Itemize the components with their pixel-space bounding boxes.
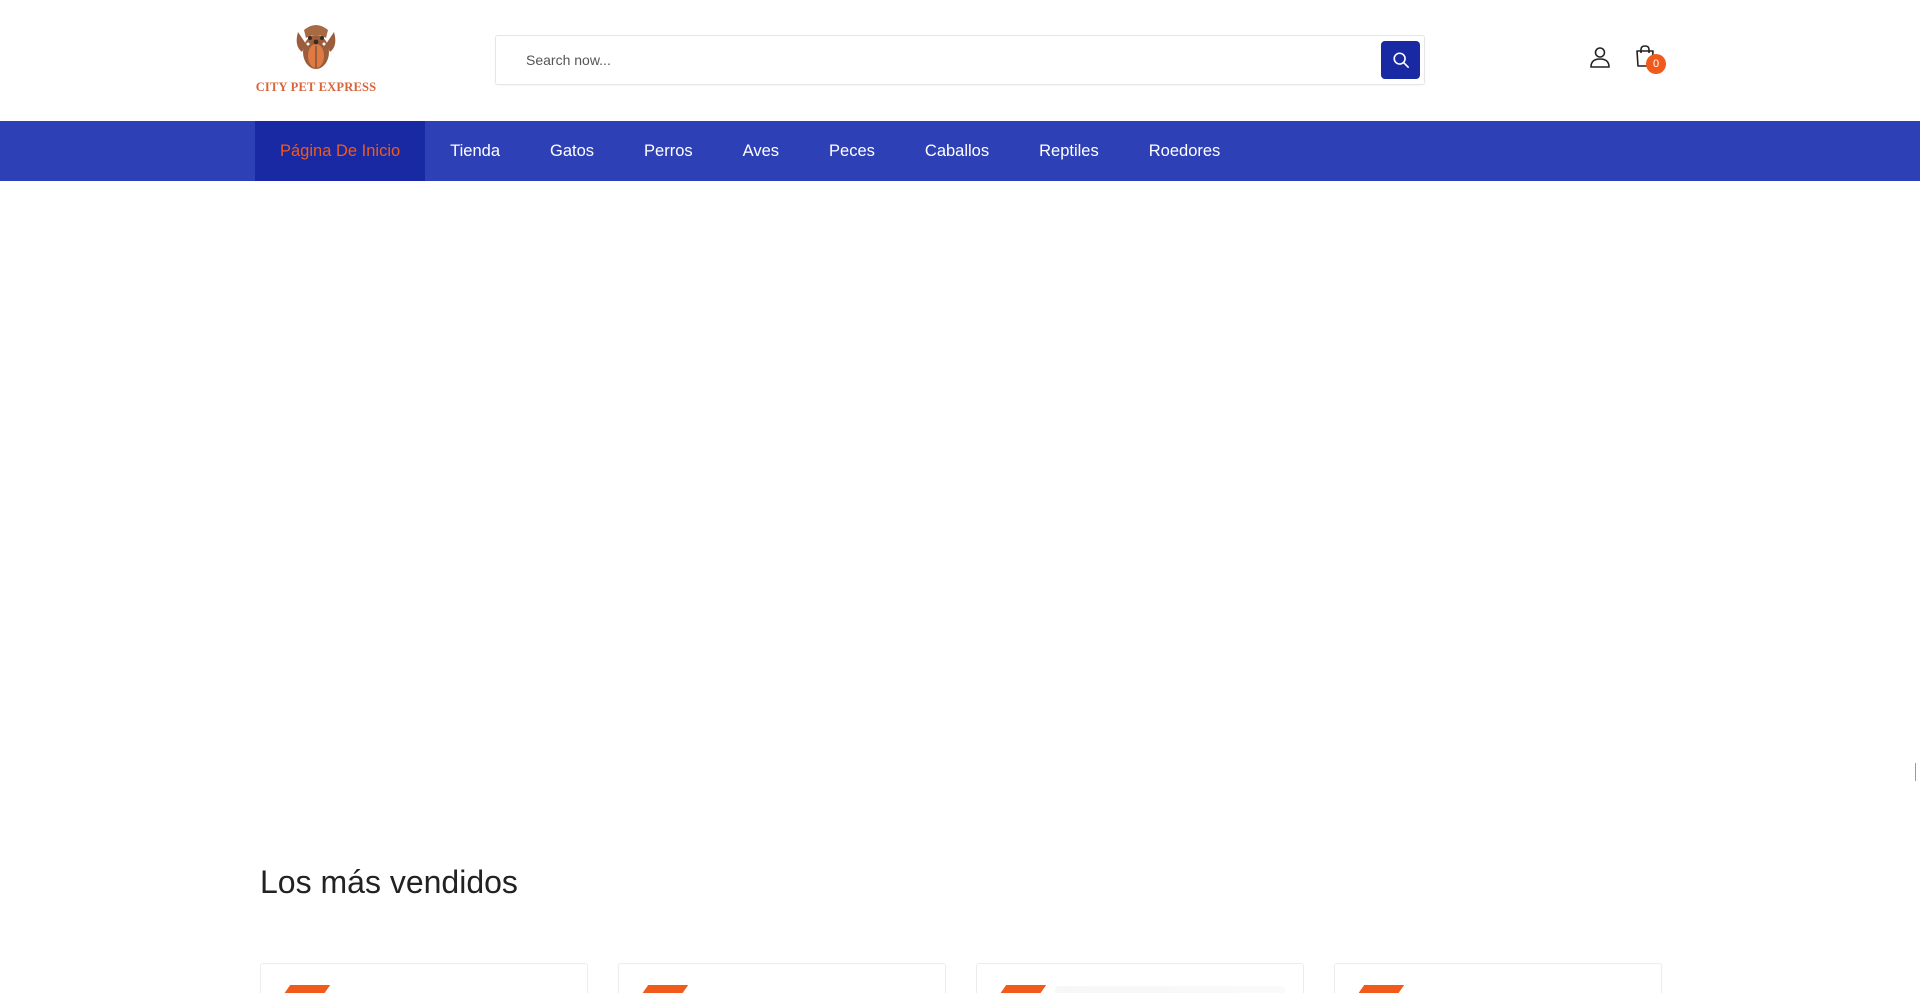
product-card[interactable] xyxy=(260,963,588,993)
site-logo[interactable]: CITY PET EXPRESS xyxy=(255,22,377,100)
nav-item-gatos[interactable]: Gatos xyxy=(525,121,619,181)
logo-text: CITY PET EXPRESS xyxy=(255,80,377,94)
search-button[interactable] xyxy=(1381,41,1420,79)
product-card[interactable] xyxy=(618,963,946,993)
sale-ribbon xyxy=(639,985,689,993)
sale-ribbon xyxy=(281,985,331,993)
nav-item-aves[interactable]: Aves xyxy=(718,121,804,181)
search-bar xyxy=(495,35,1425,85)
cart-button[interactable]: 0 xyxy=(1633,44,1667,76)
search-input[interactable] xyxy=(496,36,1376,84)
product-image xyxy=(1055,986,1285,993)
hero-banner xyxy=(0,181,1920,841)
sale-ribbon xyxy=(1355,985,1405,993)
nav-item-perros[interactable]: Perros xyxy=(619,121,718,181)
site-header: CITY PET EXPRESS 0 xyxy=(0,0,1920,121)
nav-item-reptiles[interactable]: Reptiles xyxy=(1014,121,1124,181)
nav-item-home[interactable]: Página De Inicio xyxy=(255,121,426,181)
bestsellers-title: Los más vendidos xyxy=(260,864,518,900)
nav-item-tienda[interactable]: Tienda xyxy=(425,121,525,181)
cart-count-badge: 0 xyxy=(1646,54,1666,74)
nav-menu: Página De Inicio Tienda Gatos Perros Ave… xyxy=(255,121,1245,181)
nav-item-caballos[interactable]: Caballos xyxy=(900,121,1014,181)
nav-item-roedores[interactable]: Roedores xyxy=(1124,121,1246,181)
sale-ribbon xyxy=(997,985,1047,993)
product-card[interactable] xyxy=(976,963,1304,993)
scroll-indicator[interactable] xyxy=(1915,763,1920,781)
dog-logo-icon xyxy=(296,25,336,69)
product-card[interactable] xyxy=(1334,963,1662,993)
user-icon[interactable] xyxy=(1588,45,1612,69)
nav-item-peces[interactable]: Peces xyxy=(804,121,900,181)
search-icon xyxy=(1392,52,1409,69)
main-navigation: Página De Inicio Tienda Gatos Perros Ave… xyxy=(0,121,1920,181)
